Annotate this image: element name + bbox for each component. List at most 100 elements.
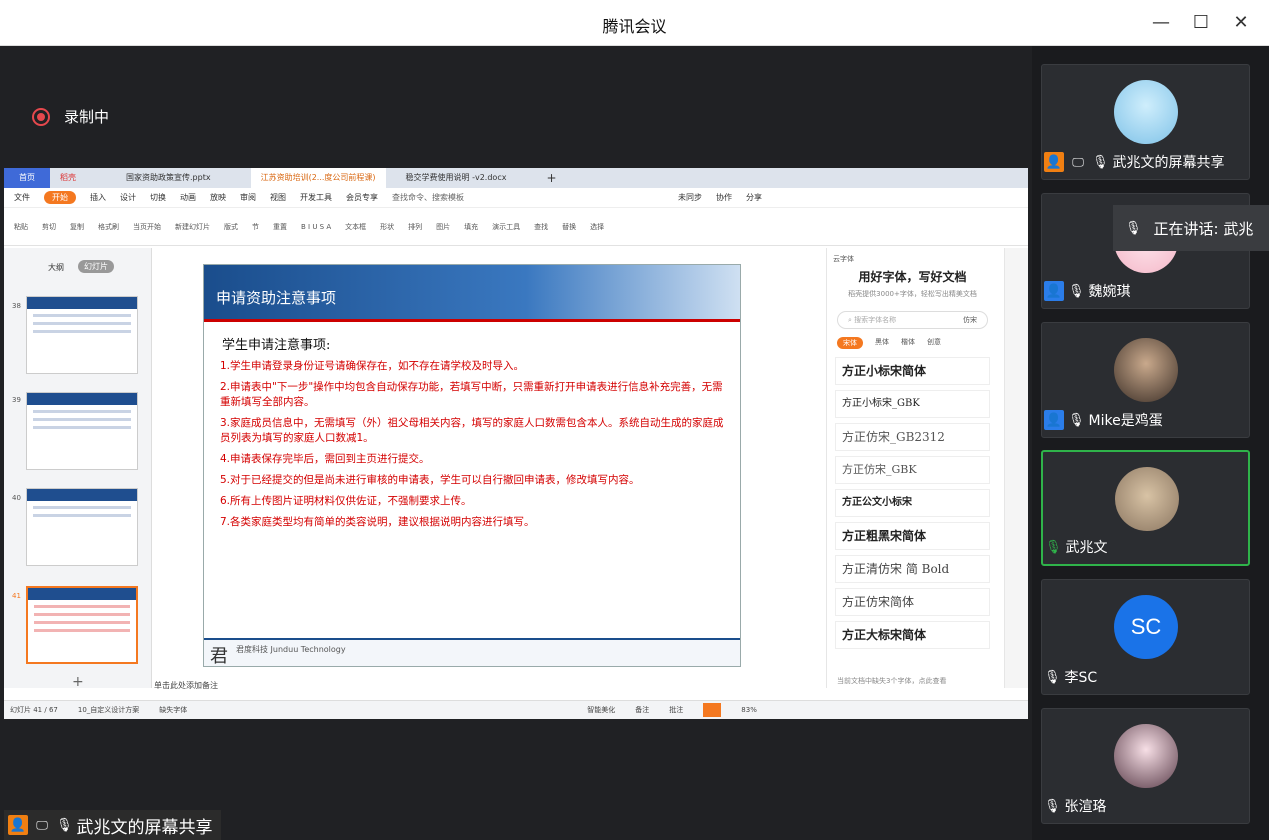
font-item[interactable]: 方正小标宋_GBK xyxy=(835,390,990,418)
participant-tile[interactable]: SC 🎙 李SC xyxy=(1041,579,1250,695)
participant-tile[interactable]: 🎙 张渲珞 xyxy=(1041,708,1250,824)
replace-button[interactable]: 替换 xyxy=(562,222,576,232)
section-button[interactable]: 节 xyxy=(252,222,259,232)
find-button[interactable]: 查找 xyxy=(534,222,548,232)
arrange-button[interactable]: 排列 xyxy=(408,222,422,232)
avatar xyxy=(1115,467,1179,531)
slide-footer: 君 君度科技 Junduu Technology xyxy=(204,638,740,667)
participant-panel: 👤 🖵 🎙 武兆文的屏幕共享 👤 🎙 魏婉琪 👤 🎙 Mike是鸡蛋 🎙 武兆文… xyxy=(1032,46,1269,840)
thumb-number: 41 xyxy=(12,592,21,600)
tab-daoke[interactable]: 稻壳 xyxy=(50,168,86,188)
share-owner: 武兆文的屏幕共享 xyxy=(76,817,213,838)
mic-muted-icon: 🎙 xyxy=(56,817,73,833)
select-button[interactable]: 选择 xyxy=(590,222,604,232)
screen-share-icon: 🖵 xyxy=(1072,154,1084,169)
notice-item: 6.所有上传图片证明材料仅供佐证，不强制要求上传。 xyxy=(220,495,472,507)
close-button[interactable]: ✕ xyxy=(1226,8,1256,38)
new-tab-button[interactable]: + xyxy=(536,168,566,188)
font-item[interactable]: 方正清仿宋 简 Bold xyxy=(835,555,990,583)
mic-muted-icon: 🎙 xyxy=(1068,283,1085,299)
menu-dev[interactable]: 开发工具 xyxy=(300,192,332,203)
slide-thumbnail[interactable] xyxy=(26,392,138,470)
text-format-buttons[interactable]: B I U S A xyxy=(301,223,331,231)
menu-home[interactable]: 开始 xyxy=(44,191,76,204)
comment-toggle[interactable]: 批注 xyxy=(669,705,683,715)
font-item[interactable]: 方正粗黑宋简体 xyxy=(835,522,990,550)
minimize-button[interactable]: — xyxy=(1146,8,1176,38)
missing-font-status[interactable]: 缺失字体 xyxy=(159,705,187,715)
shape-button[interactable]: 形状 xyxy=(380,222,394,232)
font-item[interactable]: 方正公文小标宋 xyxy=(835,489,990,517)
tab-home[interactable]: 首页 xyxy=(4,168,50,188)
missing-font-note[interactable]: 当前文档中缺失3个字体，点此查看 xyxy=(837,676,946,686)
menu-transition[interactable]: 切换 xyxy=(150,192,166,203)
collab-button[interactable]: 协作 xyxy=(716,192,732,203)
font-item[interactable]: 方正仿宋_GB2312 xyxy=(835,423,990,451)
present-tools-button[interactable]: 演示工具 xyxy=(492,222,520,232)
notice-item: 5.对于已经提交的但是尚未进行审核的申请表，学生可以自行撤回申请表，修改填写内容… xyxy=(220,474,640,486)
menu-review[interactable]: 审阅 xyxy=(240,192,256,203)
menu-file[interactable]: 文件 xyxy=(14,192,30,203)
font-search-input[interactable]: ⌕ 搜索字体名称 仿宋 xyxy=(837,311,988,329)
menu-insert[interactable]: 插入 xyxy=(90,192,106,203)
participant-tile[interactable]: 👤 🎙 Mike是鸡蛋 xyxy=(1041,322,1250,438)
tab-slides[interactable]: 幻灯片 xyxy=(78,260,114,273)
tab-docx[interactable]: 稳交学费使用说明 -v2.docx xyxy=(396,168,517,188)
sync-status[interactable]: 未同步 xyxy=(678,192,702,203)
font-tab-hei[interactable]: 黑体 xyxy=(875,337,889,349)
reset-button[interactable]: 重置 xyxy=(273,222,287,232)
mic-muted-icon: 🎙 xyxy=(1125,220,1142,236)
paste-button[interactable]: 粘贴 xyxy=(14,222,28,232)
beautify-button[interactable]: 智能美化 xyxy=(587,705,615,715)
cut-button[interactable]: 剪切 xyxy=(42,222,56,232)
notes-toggle[interactable]: 备注 xyxy=(635,705,649,715)
font-search-button[interactable]: 仿宋 xyxy=(963,315,977,325)
avatar xyxy=(1114,80,1178,144)
picture-button[interactable]: 图片 xyxy=(436,222,450,232)
maximize-button[interactable]: ☐ xyxy=(1186,8,1216,38)
font-tab-kai[interactable]: 楷体 xyxy=(901,337,915,349)
textbox-button[interactable]: 文本框 xyxy=(345,222,366,232)
theme-name: 10_自定义设计方案 xyxy=(77,706,140,714)
tab-ppt-active[interactable]: 江苏资助培训(2...度公司前程课) xyxy=(250,168,386,188)
play-current-button[interactable]: 当页开始 xyxy=(133,222,161,232)
slide-thumbnail[interactable] xyxy=(26,488,138,566)
font-item[interactable]: 方正大标宋简体 xyxy=(835,621,990,649)
font-item[interactable]: 方正小标宋简体 xyxy=(835,357,990,385)
participant-tile[interactable]: 👤 🖵 🎙 武兆文的屏幕共享 xyxy=(1041,64,1250,180)
add-slide-button[interactable]: + xyxy=(72,674,84,690)
menu-design[interactable]: 设计 xyxy=(120,192,136,203)
slide-thumbnail[interactable] xyxy=(26,296,138,374)
fill-button[interactable]: 填充 xyxy=(464,222,478,232)
share-button[interactable]: 分享 xyxy=(746,192,762,203)
person-icon: 👤 xyxy=(8,815,28,835)
menu-member[interactable]: 会员专享 xyxy=(346,192,378,203)
format-painter-button[interactable]: 格式刷 xyxy=(98,222,119,232)
menu-animation[interactable]: 动画 xyxy=(180,192,196,203)
notice-item: 1.学生申请登录身份证号请确保存在，如不存在请学校及时导入。 xyxy=(220,360,525,372)
font-item[interactable]: 方正仿宋简体 xyxy=(835,588,990,616)
layout-button[interactable]: 版式 xyxy=(224,222,238,232)
notes-placeholder[interactable]: 单击此处添加备注 xyxy=(154,680,218,691)
font-tab-creative[interactable]: 创意 xyxy=(927,337,941,349)
tab-ppt-1[interactable]: 国家资助政策宣传.pptx xyxy=(116,168,221,188)
participant-tile-speaking[interactable]: 🎙 武兆文 xyxy=(1041,450,1250,566)
menu-slideshow[interactable]: 放映 xyxy=(210,192,226,203)
zoom-level[interactable]: 83% xyxy=(741,706,757,714)
command-search[interactable]: 查找命令、搜索模板 xyxy=(392,192,464,203)
slide-title: 申请资助注意事项 xyxy=(216,289,337,307)
menu-view[interactable]: 视图 xyxy=(270,192,286,203)
copy-button[interactable]: 复制 xyxy=(70,222,84,232)
play-icon[interactable] xyxy=(703,703,722,717)
font-tab-song[interactable]: 宋体 xyxy=(837,337,863,349)
new-slide-button[interactable]: 新建幻灯片 xyxy=(175,222,210,232)
participant-name: 武兆文 xyxy=(1065,540,1108,556)
shared-screen: 首页 稻壳 国家资助政策宣传.pptx 江苏资助培训(2...度公司前程课) 稳… xyxy=(4,168,1028,719)
font-item[interactable]: 方正仿宋_GBK xyxy=(835,456,990,484)
slide-canvas[interactable]: 申请资助注意事项 学生申请注意事项: 1.学生申请登录身份证号请确保存在，如不存… xyxy=(203,264,741,667)
tab-outline[interactable]: 大纲 xyxy=(48,262,64,273)
slide-thumbnail-selected[interactable] xyxy=(26,586,138,664)
mic-muted-icon: 🎙 xyxy=(1044,669,1061,685)
participant-namebar: 👤 🎙 魏婉琪 xyxy=(1044,278,1139,304)
notice-item: 2.申请表中"下一步"操作中均包含自动保存功能，若填写中断，只需重新打开申请表进… xyxy=(220,381,723,408)
